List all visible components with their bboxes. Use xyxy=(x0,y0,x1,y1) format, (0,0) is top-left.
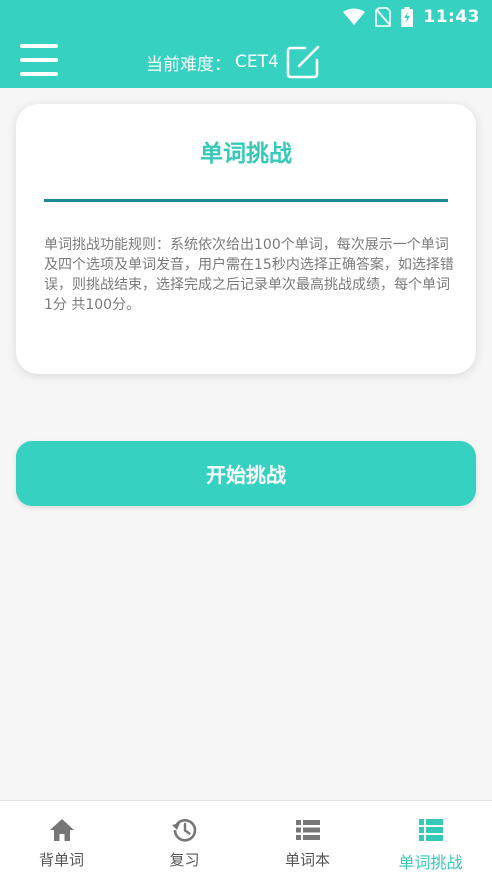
wifi-icon xyxy=(343,8,366,25)
card-divider xyxy=(44,199,448,202)
battery-charging-icon xyxy=(401,7,414,27)
app-root: 11:43 当前难度： CET4 单词挑战 单词挑战功能规则：系统依次给出100… xyxy=(0,0,492,878)
status-time: 11:43 xyxy=(423,7,480,27)
edit-icon[interactable] xyxy=(285,44,321,80)
app-bar: 当前难度： CET4 xyxy=(0,34,492,88)
nav-item-wordbook[interactable]: 单词本 xyxy=(246,801,369,878)
nav-label: 背单词 xyxy=(38,851,84,869)
status-bar: 11:43 xyxy=(0,0,492,34)
start-challenge-button[interactable]: 开始挑战 xyxy=(16,441,476,506)
home-icon xyxy=(49,819,74,841)
list-icon xyxy=(418,819,443,841)
challenge-rules-text: 单词挑战功能规则：系统依次给出100个单词，每次展示一个单词及四个选项及单词发音… xyxy=(44,237,454,313)
hamburger-menu-icon[interactable] xyxy=(20,44,58,76)
no-sim-icon xyxy=(375,7,392,27)
card-title: 单词挑战 xyxy=(200,141,292,167)
nav-item-word-challenge[interactable]: 单词挑战 xyxy=(369,801,492,878)
nav-label: 单词本 xyxy=(284,851,330,869)
list-icon xyxy=(295,820,320,840)
nav-item-memorize[interactable]: 背单词 xyxy=(0,801,123,878)
bottom-nav: 背单词 复习 单词本 单词挑战 xyxy=(0,800,492,878)
challenge-info-card: 单词挑战 单词挑战功能规则：系统依次给出100个单词，每次展示一个单词及四个选项… xyxy=(16,104,476,374)
nav-label: 复习 xyxy=(169,851,200,869)
difficulty-selector[interactable]: 当前难度： CET4 xyxy=(146,44,321,80)
top-bar: 11:43 当前难度： CET4 xyxy=(0,0,492,88)
difficulty-label: 当前难度： xyxy=(146,54,231,75)
history-icon xyxy=(171,818,196,842)
nav-item-review[interactable]: 复习 xyxy=(123,801,246,878)
difficulty-value: CET4 xyxy=(235,52,279,72)
nav-label: 单词挑战 xyxy=(398,853,463,872)
